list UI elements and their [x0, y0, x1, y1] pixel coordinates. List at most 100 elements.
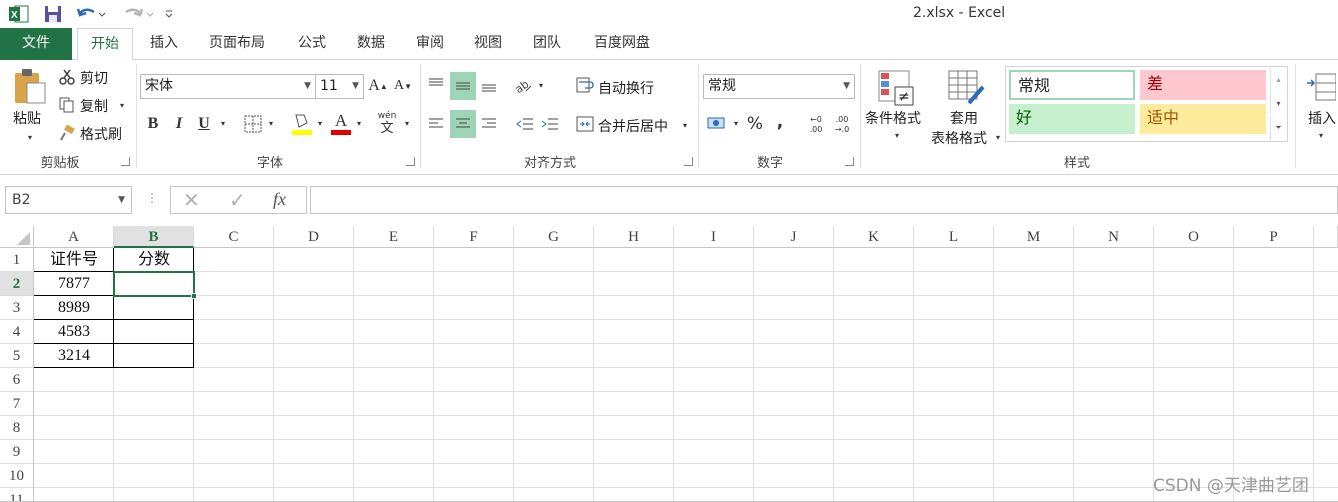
bold-button[interactable]: B: [144, 112, 162, 136]
conditional-formatting-button[interactable]: 条件格式: [865, 108, 921, 128]
row-header-3[interactable]: 3: [0, 296, 34, 320]
percent-style-button[interactable]: %: [744, 112, 766, 136]
cut-button[interactable]: 剪切: [80, 68, 108, 88]
cell-a3[interactable]: 8989: [34, 296, 114, 320]
underline-button[interactable]: U: [195, 112, 213, 136]
tab-insert[interactable]: 插入: [138, 28, 190, 60]
cell-a4[interactable]: 4583: [34, 320, 114, 344]
format-as-table-line2[interactable]: 表格格式: [931, 128, 987, 148]
gallery-scroll-up-icon[interactable]: ▴: [1270, 68, 1286, 90]
phonetic-dropdown-icon[interactable]: ▾: [402, 116, 412, 130]
clipboard-launcher-icon[interactable]: [121, 157, 130, 166]
align-right-icon[interactable]: [478, 112, 500, 136]
decrease-indent-icon[interactable]: [514, 112, 536, 136]
cell-a2[interactable]: 7877: [34, 272, 114, 296]
name-box[interactable]: B2 ▼: [5, 186, 132, 214]
alignment-launcher-icon[interactable]: [684, 157, 693, 166]
cell-b3[interactable]: [114, 296, 194, 320]
column-header-a[interactable]: A: [34, 226, 114, 248]
align-center-icon[interactable]: [450, 110, 476, 138]
active-cell-b2[interactable]: [113, 271, 195, 297]
style-normal[interactable]: 常规: [1009, 70, 1135, 100]
merge-center-button[interactable]: 合并后居中: [598, 116, 668, 136]
format-painter-button[interactable]: 格式刷: [80, 124, 122, 144]
decrease-decimal-button[interactable]: .00 →.0: [830, 112, 854, 138]
tab-formulas[interactable]: 公式: [288, 28, 336, 60]
column-header-p[interactable]: P: [1234, 226, 1314, 248]
borders-icon[interactable]: [242, 114, 264, 134]
phonetic-button[interactable]: wén 文: [375, 110, 399, 136]
wrap-text-button[interactable]: 自动换行: [598, 78, 654, 98]
paste-dropdown-icon[interactable]: ▾: [24, 132, 36, 142]
tab-data[interactable]: 数据: [346, 28, 396, 60]
row-header-9[interactable]: 9: [0, 440, 34, 464]
insert-dropdown-icon[interactable]: ▾: [1316, 130, 1326, 140]
row-header-10[interactable]: 10: [0, 464, 34, 488]
paste-button[interactable]: 粘贴: [13, 108, 41, 128]
formula-input[interactable]: [310, 186, 1338, 214]
style-neutral[interactable]: 适中: [1140, 104, 1266, 134]
borders-dropdown-icon[interactable]: ▾: [266, 116, 276, 130]
select-all-button[interactable]: [0, 226, 34, 248]
font-size-select[interactable]: 11 ▼: [315, 74, 364, 99]
cell-b1[interactable]: 分数: [114, 248, 194, 272]
column-header-k[interactable]: K: [834, 226, 914, 248]
cell-b4[interactable]: [114, 320, 194, 344]
cancel-icon[interactable]: ✕: [183, 188, 200, 212]
fill-handle[interactable]: [191, 293, 197, 299]
merge-dropdown-icon[interactable]: ▾: [680, 118, 690, 132]
number-launcher-icon[interactable]: [845, 157, 854, 166]
cell-a1[interactable]: 证件号: [34, 248, 114, 272]
tab-home[interactable]: 开始: [77, 28, 133, 61]
redo-icon[interactable]: [118, 4, 156, 24]
customize-qat-icon[interactable]: [162, 4, 176, 24]
insert-function-icon[interactable]: fx: [273, 189, 286, 210]
fill-color-dropdown-icon[interactable]: ▾: [315, 116, 325, 130]
column-header-h[interactable]: H: [594, 226, 674, 248]
italic-button[interactable]: I: [170, 112, 188, 136]
fill-color-icon[interactable]: [290, 110, 314, 136]
row-header-7[interactable]: 7: [0, 392, 34, 416]
undo-icon[interactable]: [74, 4, 108, 24]
column-header-partial[interactable]: [1314, 226, 1338, 248]
column-header-o[interactable]: O: [1154, 226, 1234, 248]
row-header-2[interactable]: 2: [0, 272, 34, 296]
row-header-4[interactable]: 4: [0, 320, 34, 344]
align-middle-icon[interactable]: [450, 72, 476, 100]
row-header-5[interactable]: 5: [0, 344, 34, 368]
worksheet-grid[interactable]: A B C D E F G H I J K L M N O P 1 2 3 4 …: [0, 226, 1338, 502]
orientation-dropdown-icon[interactable]: ▾: [536, 78, 546, 92]
tab-file[interactable]: 文件: [0, 28, 72, 60]
column-header-i[interactable]: I: [674, 226, 754, 248]
tab-view[interactable]: 视图: [464, 28, 512, 60]
tab-baidu-netdisk[interactable]: 百度网盘: [582, 28, 662, 60]
row-header-8[interactable]: 8: [0, 416, 34, 440]
column-header-n[interactable]: N: [1074, 226, 1154, 248]
font-launcher-icon[interactable]: [406, 157, 415, 166]
column-header-j[interactable]: J: [754, 226, 834, 248]
paste-icon[interactable]: [12, 66, 48, 106]
align-top-icon[interactable]: [425, 74, 447, 96]
font-color-dropdown-icon[interactable]: ▾: [354, 116, 364, 130]
save-icon[interactable]: [42, 4, 64, 24]
copy-dropdown-icon[interactable]: ▾: [117, 100, 127, 110]
row-header-6[interactable]: 6: [0, 368, 34, 392]
shrink-font-button[interactable]: A ▼: [393, 74, 413, 98]
tab-team[interactable]: 团队: [522, 28, 572, 60]
style-good[interactable]: 好: [1009, 104, 1135, 134]
accounting-format-icon[interactable]: [705, 112, 729, 136]
insert-cells-button[interactable]: 插入: [1308, 108, 1336, 128]
style-bad[interactable]: 差: [1140, 70, 1266, 100]
column-header-c[interactable]: C: [194, 226, 274, 248]
font-name-select[interactable]: 宋体 ▼: [140, 74, 316, 99]
enter-icon[interactable]: ✓: [229, 188, 246, 212]
accounting-dropdown-icon[interactable]: ▾: [731, 116, 741, 130]
copy-button[interactable]: 复制: [80, 96, 108, 116]
increase-decimal-button[interactable]: ←0 .00: [804, 112, 828, 138]
align-bottom-icon[interactable]: [478, 74, 500, 96]
number-format-select[interactable]: 常规 ▼: [703, 74, 855, 99]
tab-review[interactable]: 审阅: [406, 28, 454, 60]
underline-dropdown-icon[interactable]: ▾: [218, 116, 228, 130]
comma-style-button[interactable]: ,: [771, 110, 789, 134]
gallery-more-icon[interactable]: ⏷: [1270, 116, 1286, 140]
